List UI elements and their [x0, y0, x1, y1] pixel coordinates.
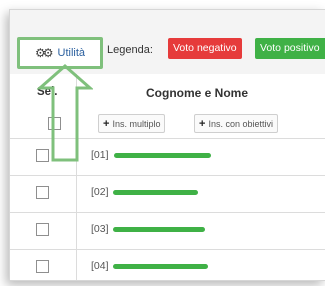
student-code: [03]: [91, 223, 109, 235]
table-row: [03]: [10, 213, 325, 249]
redacted-name-mark: [113, 264, 208, 269]
annotation-arrow: [37, 64, 93, 162]
plus-icon: +: [103, 117, 110, 130]
table-row: [02]: [10, 176, 325, 212]
utility-button-label: Utilità: [57, 47, 86, 59]
insert-with-objectives-label: Ins. con obiettivi: [208, 118, 273, 129]
legend-label: Legenda:: [107, 44, 153, 56]
redacted-name-mark: [113, 227, 205, 232]
row-checkbox[interactable]: [36, 186, 49, 199]
row-checkbox[interactable]: [36, 223, 49, 236]
legend-badge-positive: Voto positivo: [255, 38, 325, 59]
insert-multiple-button[interactable]: + Ins. multiplo: [98, 114, 166, 133]
student-code: [02]: [91, 186, 109, 198]
redacted-name-mark: [114, 153, 211, 158]
plus-icon: +: [199, 117, 206, 130]
gears-icon: ⚙⚙: [34, 46, 53, 60]
student-grading-panel: ⚙⚙ Utilità Legenda: Voto negativo Voto p…: [9, 9, 325, 281]
table-row: [04]: [10, 250, 325, 280]
column-header-name: Cognome e Nome: [146, 86, 249, 100]
row-checkbox[interactable]: [36, 260, 49, 273]
student-code: [04]: [91, 260, 109, 272]
legend-badge-negative: Voto negativo: [168, 38, 242, 59]
insert-with-objectives-button[interactable]: + Ins. con obiettivi: [194, 114, 278, 133]
student-code: [01]: [91, 149, 109, 161]
insert-multiple-label: Ins. multiplo: [112, 118, 161, 129]
redacted-name-mark: [113, 190, 198, 195]
